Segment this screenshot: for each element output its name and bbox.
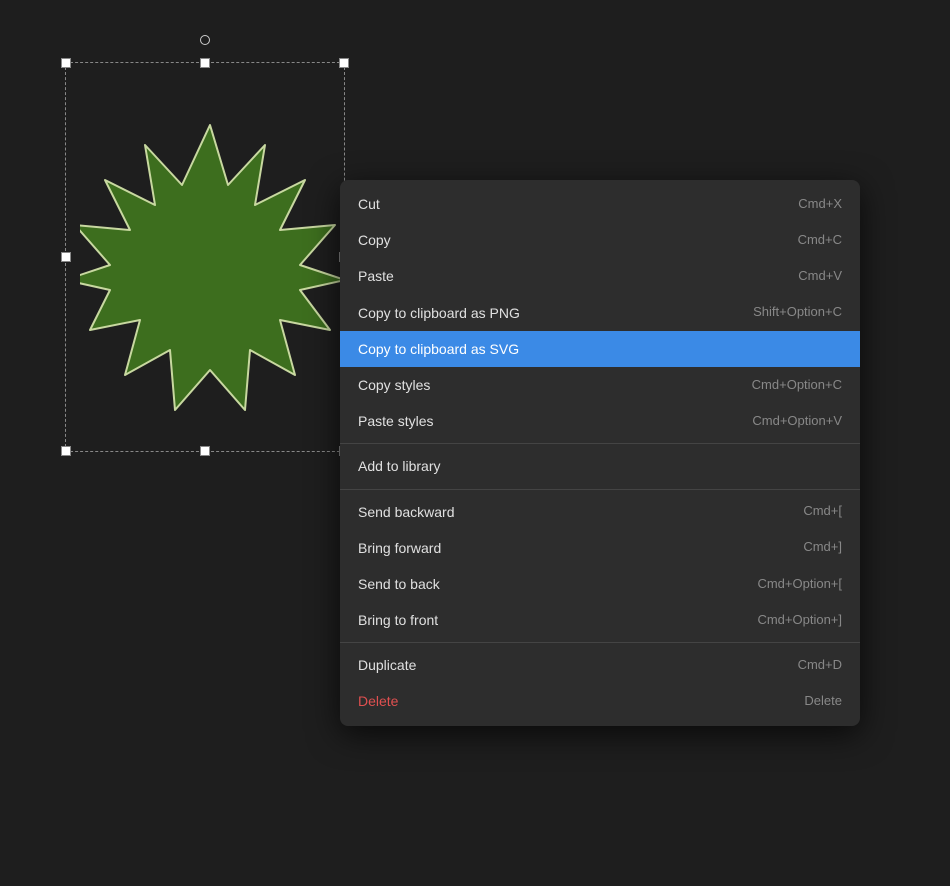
menu-item-send-backward[interactable]: Send backward Cmd+[ (340, 494, 860, 530)
menu-item-label-bring-forward: Bring forward (358, 539, 441, 557)
menu-item-cut[interactable]: Cut Cmd+X (340, 186, 860, 222)
menu-item-shortcut-paste: Cmd+V (798, 268, 842, 285)
menu-item-label-copy: Copy (358, 231, 391, 249)
menu-item-bring-front[interactable]: Bring to front Cmd+Option+] (340, 602, 860, 638)
menu-item-shortcut-copy-png: Shift+Option+C (753, 304, 842, 321)
menu-item-shortcut-cut: Cmd+X (798, 196, 842, 213)
menu-item-label-copy-styles: Copy styles (358, 376, 430, 394)
menu-item-shortcut-send-back: Cmd+Option+[ (757, 576, 842, 593)
menu-item-label-paste: Paste (358, 267, 394, 285)
menu-item-label-copy-png: Copy to clipboard as PNG (358, 304, 520, 322)
menu-item-label-duplicate: Duplicate (358, 656, 416, 674)
context-menu: Cut Cmd+X Copy Cmd+C Paste Cmd+V Copy to clipb… (340, 180, 860, 726)
handle-top-middle[interactable] (200, 58, 210, 68)
menu-item-copy-svg[interactable]: Copy to clipboard as SVG (340, 331, 860, 367)
menu-item-add-library[interactable]: Add to library (340, 448, 860, 484)
menu-item-shortcut-copy: Cmd+C (798, 232, 842, 249)
menu-divider-2 (340, 489, 860, 490)
menu-item-label-cut: Cut (358, 195, 380, 213)
menu-item-shortcut-send-backward: Cmd+[ (803, 503, 842, 520)
menu-divider-3 (340, 642, 860, 643)
menu-item-paste-styles[interactable]: Paste styles Cmd+Option+V (340, 403, 860, 439)
menu-item-copy-png[interactable]: Copy to clipboard as PNG Shift+Option+C (340, 295, 860, 331)
menu-item-label-paste-styles: Paste styles (358, 412, 433, 430)
menu-item-delete[interactable]: Delete Delete (340, 683, 860, 719)
menu-item-copy-styles[interactable]: Copy styles Cmd+Option+C (340, 367, 860, 403)
selection-box (65, 62, 345, 452)
menu-item-copy[interactable]: Copy Cmd+C (340, 222, 860, 258)
menu-item-send-back[interactable]: Send to back Cmd+Option+[ (340, 566, 860, 602)
handle-bottom-left[interactable] (61, 446, 71, 456)
menu-item-shortcut-bring-forward: Cmd+] (803, 539, 842, 556)
menu-item-shortcut-paste-styles: Cmd+Option+V (752, 413, 842, 430)
handle-bottom-middle[interactable] (200, 446, 210, 456)
menu-item-shortcut-copy-styles: Cmd+Option+C (752, 377, 842, 394)
menu-divider-1 (340, 443, 860, 444)
menu-item-label-copy-svg: Copy to clipboard as SVG (358, 340, 519, 358)
menu-item-bring-forward[interactable]: Bring forward Cmd+] (340, 530, 860, 566)
menu-item-label-delete: Delete (358, 692, 398, 710)
menu-item-duplicate[interactable]: Duplicate Cmd+D (340, 647, 860, 683)
menu-item-label-add-library: Add to library (358, 457, 440, 475)
canvas: Cut Cmd+X Copy Cmd+C Paste Cmd+V Copy to clipb… (0, 0, 950, 886)
rotation-handle[interactable] (200, 35, 210, 45)
menu-item-shortcut-delete: Delete (804, 693, 842, 710)
menu-item-label-bring-front: Bring to front (358, 611, 438, 629)
menu-item-label-send-backward: Send backward (358, 503, 455, 521)
handle-top-left[interactable] (61, 58, 71, 68)
menu-item-shortcut-bring-front: Cmd+Option+] (757, 612, 842, 629)
menu-item-shortcut-duplicate: Cmd+D (798, 657, 842, 674)
handle-middle-left[interactable] (61, 252, 71, 262)
menu-item-label-send-back: Send to back (358, 575, 440, 593)
handle-top-right[interactable] (339, 58, 349, 68)
menu-item-paste[interactable]: Paste Cmd+V (340, 258, 860, 294)
